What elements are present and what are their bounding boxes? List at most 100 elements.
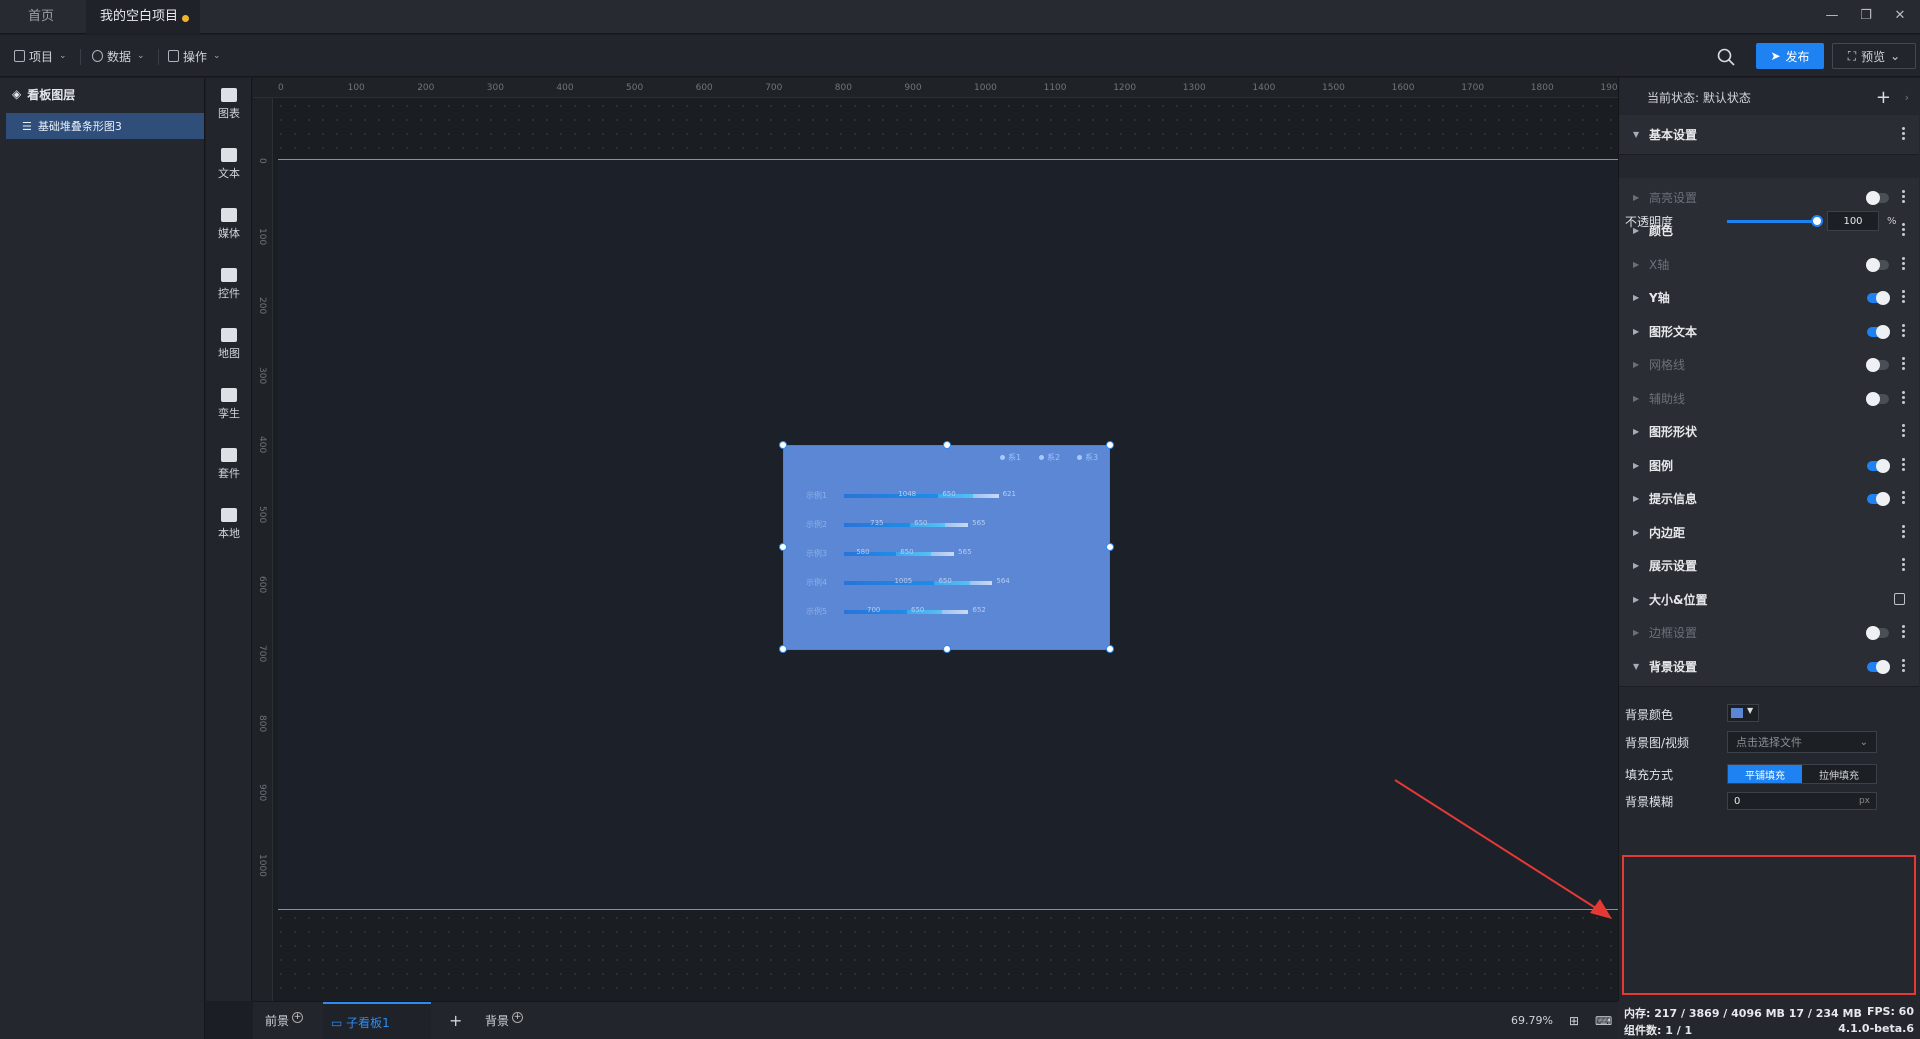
section-toggle[interactable] xyxy=(1867,325,1890,339)
tool-chart[interactable]: 图表 xyxy=(206,78,252,128)
opacity-row: 不透明度 100 % xyxy=(1619,204,1919,238)
tab-sub-board[interactable]: ▭ 子看板1 xyxy=(323,1002,431,1039)
section-toggle[interactable] xyxy=(1866,392,1889,406)
layer-item[interactable]: ☰ 基础堆叠条形图3 xyxy=(6,113,204,139)
opacity-input[interactable]: 100 xyxy=(1827,211,1879,231)
chevron-down-icon: ⌄ xyxy=(213,51,221,61)
add-icon[interactable]: + xyxy=(512,1012,524,1023)
blur-input[interactable]: 0 px xyxy=(1727,792,1877,810)
more-vertical-icon[interactable] xyxy=(1902,659,1905,673)
more-vertical-icon[interactable] xyxy=(1902,391,1905,405)
section-label: 展示设置 xyxy=(1649,559,1698,573)
tool-text[interactable]: 文本 xyxy=(206,138,252,188)
more-vertical-icon[interactable] xyxy=(1902,290,1905,304)
resize-handle[interactable] xyxy=(779,441,787,449)
tool-label: 孪生 xyxy=(218,407,240,420)
tool-map[interactable]: 地图 xyxy=(206,318,252,368)
more-vertical-icon[interactable] xyxy=(1902,558,1905,572)
resize-handle[interactable] xyxy=(943,441,951,449)
search-icon[interactable] xyxy=(1716,47,1736,67)
section-toggle[interactable] xyxy=(1866,358,1889,372)
more-vertical-icon[interactable] xyxy=(1902,324,1905,338)
bar-segment-1 xyxy=(844,552,897,556)
caret-right-icon: ▶ xyxy=(1633,260,1640,269)
more-vertical-icon[interactable] xyxy=(1902,357,1905,371)
section-row[interactable]: ▼ 基本设置 xyxy=(1619,115,1919,155)
resize-handle[interactable] xyxy=(943,645,951,653)
status-bar: 内存: 217 / 3869 / 4096 MB 17 / 234 MB FPS… xyxy=(1618,1001,1920,1039)
tool-local[interactable]: 本地 xyxy=(206,498,252,548)
opacity-slider-knob[interactable] xyxy=(1811,215,1823,227)
lock-icon[interactable] xyxy=(1894,593,1905,605)
annotation-arrow xyxy=(1394,779,1612,919)
add-board-button[interactable]: + xyxy=(449,1002,462,1039)
resize-handle[interactable] xyxy=(779,645,787,653)
opacity-slider[interactable] xyxy=(1727,215,1823,227)
grid-icon xyxy=(168,50,179,62)
chevron-right-icon[interactable]: › xyxy=(1905,91,1909,104)
resize-handle[interactable] xyxy=(779,543,787,551)
send-icon: ➤ xyxy=(1770,49,1781,63)
menu-data[interactable]: 数据 ⌄ xyxy=(92,47,145,65)
tool-label: 媒体 xyxy=(218,227,240,240)
add-icon[interactable]: + xyxy=(292,1012,304,1023)
widget-row: 示例5 700 650 652 xyxy=(784,606,1111,618)
more-vertical-icon[interactable] xyxy=(1902,127,1905,141)
divider xyxy=(80,49,81,65)
section-toggle[interactable] xyxy=(1866,191,1889,205)
file-select[interactable]: 点击选择文件 ⌄ xyxy=(1727,731,1877,753)
section-toggle[interactable] xyxy=(1866,258,1889,272)
preview-button[interactable]: ⛶ 预览 ⌄ xyxy=(1832,43,1916,69)
tab-front[interactable]: 前景 + xyxy=(265,1002,304,1039)
more-vertical-icon[interactable] xyxy=(1902,458,1905,472)
layers-icon: ◈ xyxy=(12,87,22,101)
bar-value-2: 650 xyxy=(942,490,956,498)
more-vertical-icon[interactable] xyxy=(1902,525,1905,539)
more-vertical-icon[interactable] xyxy=(1902,424,1905,438)
resize-handle[interactable] xyxy=(1106,645,1114,653)
tool-label: 本地 xyxy=(218,527,240,540)
publish-button[interactable]: ➤ 发布 xyxy=(1756,43,1824,69)
section-toggle[interactable] xyxy=(1867,660,1890,674)
state-header: 当前状态: 默认状态 + › xyxy=(1619,78,1920,116)
add-state-icon[interactable]: + xyxy=(1876,87,1891,108)
tab-background[interactable]: 背景 + xyxy=(485,1002,524,1039)
more-vertical-icon[interactable] xyxy=(1902,190,1905,204)
more-vertical-icon[interactable] xyxy=(1902,625,1905,639)
memory-readout: 内存: 217 / 3869 / 4096 MB 17 / 234 MB xyxy=(1624,1007,1862,1020)
more-vertical-icon[interactable] xyxy=(1902,491,1905,505)
section-toggle[interactable] xyxy=(1867,459,1890,473)
section-row[interactable]: ▼ 背景设置 xyxy=(1619,647,1919,687)
fit-screen-icon[interactable]: ⊞ xyxy=(1569,1002,1579,1039)
resize-handle[interactable] xyxy=(1106,441,1114,449)
media-icon xyxy=(221,208,237,222)
menu-project[interactable]: 项目 ⌄ xyxy=(14,47,67,65)
fill-stretch-option[interactable]: 拉伸填充 xyxy=(1802,765,1876,783)
section-toggle[interactable] xyxy=(1867,291,1890,305)
resize-handle[interactable] xyxy=(1106,543,1114,551)
menu-operation[interactable]: 操作 ⌄ xyxy=(168,47,221,65)
minimize-icon[interactable]: — xyxy=(1822,8,1842,26)
bar-value-2: 650 xyxy=(938,577,952,585)
tool-label: 套件 xyxy=(218,467,240,480)
tool-kit[interactable]: 套件 xyxy=(206,438,252,488)
more-vertical-icon[interactable] xyxy=(1902,257,1905,271)
cube-icon xyxy=(221,388,237,402)
color-picker[interactable]: ▼ xyxy=(1727,704,1759,722)
tool-twin[interactable]: 孪生 xyxy=(206,378,252,428)
close-icon[interactable]: ✕ xyxy=(1890,8,1910,26)
section-toggle[interactable] xyxy=(1867,492,1890,506)
ruler-tick-label: 800 xyxy=(834,83,852,93)
restore-icon[interactable]: ❐ xyxy=(1856,8,1876,26)
bg-color-label: 背景颜色 xyxy=(1625,707,1674,722)
stacked-bar-widget[interactable]: 系1 系2 系3 示例1 1048 650 621 示例2 735 650 565 示例3 580… xyxy=(779,441,1114,653)
tool-media[interactable]: 媒体 xyxy=(206,198,252,248)
section-toggle[interactable] xyxy=(1866,626,1889,640)
fill-tile-option[interactable]: 平铺填充 xyxy=(1728,765,1802,783)
zoom-level[interactable]: 69.79% xyxy=(1511,1002,1553,1039)
ruler-tick-label: 1300 xyxy=(1182,83,1206,93)
fps-readout: FPS: 60 xyxy=(1866,1005,1914,1018)
tool-control[interactable]: 控件 xyxy=(206,258,252,308)
keyboard-icon[interactable]: ⌨ xyxy=(1595,1002,1612,1039)
tab-home[interactable]: 首页 xyxy=(14,0,74,34)
